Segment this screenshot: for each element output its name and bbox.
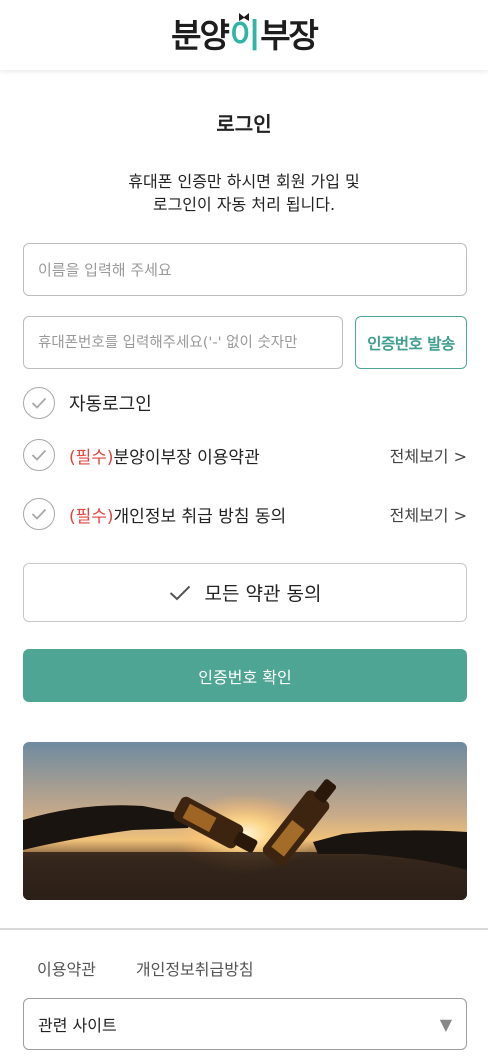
related-sites-label: 관련 사이트	[38, 1016, 117, 1035]
required-tag: (필수)	[69, 447, 114, 468]
logo[interactable]: 분양 이 부장	[171, 12, 319, 55]
terms-label: (필수)분양이부장 이용약관	[69, 443, 390, 468]
privacy-label: (필수)개인정보 취급 방침 동의	[69, 502, 390, 527]
footer-links: 이용약관 개인정보취급방침	[37, 956, 254, 980]
related-sites-select[interactable]: 관련 사이트 ▼	[23, 998, 467, 1050]
page-title: 로그인	[216, 112, 272, 136]
auto-login-checkbox[interactable]	[23, 387, 55, 419]
check-icon	[31, 449, 47, 461]
confirm-code-button[interactable]: 인증번호 확인	[23, 649, 467, 702]
terms-row[interactable]: (필수)분양이부장 이용약관 전체보기 >	[23, 439, 467, 471]
logo-text-1: 분양	[171, 15, 230, 55]
check-icon	[169, 585, 190, 600]
agree-all-button[interactable]: 모든 약관 동의	[23, 563, 467, 622]
description-line-2: 로그인이 자동 처리 됩니다.	[152, 195, 336, 214]
banner-image	[23, 742, 467, 900]
terms-text: 분양이부장 이용약관	[113, 447, 260, 468]
dropdown-arrow-icon: ▼	[439, 1014, 452, 1034]
required-tag: (필수)	[69, 506, 114, 527]
login-description: 휴대폰 인증만 하시면 회원 가입 및 로그인이 자동 처리 됩니다.	[0, 170, 488, 216]
footer-privacy-link[interactable]: 개인정보취급방침	[136, 956, 254, 980]
name-input[interactable]	[23, 243, 467, 296]
auto-login-row[interactable]: 자동로그인	[23, 387, 467, 419]
privacy-row[interactable]: (필수)개인정보 취급 방침 동의 전체보기 >	[23, 498, 467, 530]
footer-divider	[0, 928, 488, 930]
logo-text-2: 이	[230, 12, 260, 52]
app-header: 분양 이 부장	[0, 0, 488, 70]
tie-icon	[239, 12, 249, 21]
privacy-text: 개인정보 취급 방침 동의	[113, 506, 287, 527]
check-icon	[31, 508, 47, 520]
auto-login-label: 자동로그인	[69, 394, 152, 415]
check-icon	[31, 397, 47, 409]
description-line-1: 휴대폰 인증만 하시면 회원 가입 및	[128, 172, 360, 191]
privacy-view-all-link[interactable]: 전체보기 >	[390, 502, 467, 526]
agree-all-label: 모든 약관 동의	[204, 583, 322, 605]
logo-text-3: 부장	[260, 15, 319, 55]
banner-illustration	[23, 742, 467, 900]
send-code-button[interactable]: 인증번호 발송	[355, 316, 467, 369]
privacy-checkbox[interactable]	[23, 498, 55, 530]
phone-input[interactable]	[23, 316, 343, 369]
footer-terms-link[interactable]: 이용약관	[37, 956, 96, 980]
terms-checkbox[interactable]	[23, 439, 55, 471]
terms-view-all-link[interactable]: 전체보기 >	[390, 443, 467, 467]
